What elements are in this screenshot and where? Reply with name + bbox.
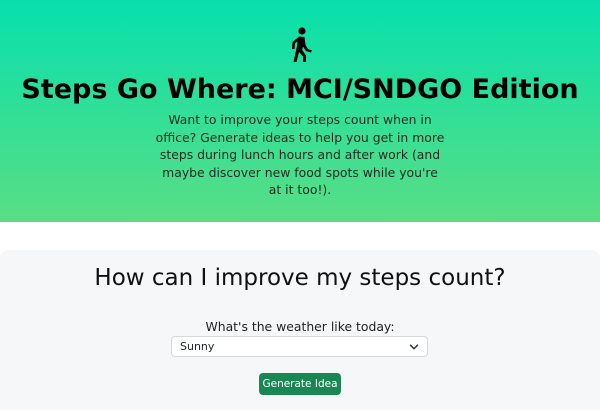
weather-label: What's the weather like today: bbox=[205, 319, 395, 334]
page-description: Want to improve your steps count when in… bbox=[155, 112, 445, 198]
weather-select-value: Sunny bbox=[180, 340, 215, 353]
weather-select[interactable]: Sunny bbox=[171, 336, 428, 357]
form-heading: How can I improve my steps count? bbox=[94, 265, 506, 291]
chevron-down-icon bbox=[409, 344, 419, 350]
hero-banner: Steps Go Where: MCI/SNDGO Edition Want t… bbox=[0, 0, 600, 222]
page-title: Steps Go Where: MCI/SNDGO Edition bbox=[21, 74, 579, 105]
section-spacer bbox=[0, 222, 600, 250]
generate-idea-button[interactable]: Generate Idea bbox=[259, 373, 341, 395]
person-walking-icon bbox=[292, 27, 312, 62]
